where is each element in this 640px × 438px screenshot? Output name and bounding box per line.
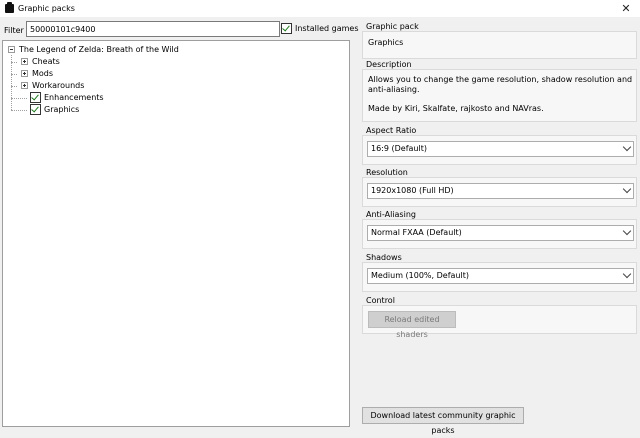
plus-icon[interactable]: [21, 70, 28, 77]
section-title: Anti-Aliasing: [366, 210, 416, 219]
chevron-down-icon: [622, 184, 632, 194]
close-icon: ✕: [621, 2, 631, 15]
checkmark-icon[interactable]: [30, 92, 41, 103]
section-title: Control: [366, 296, 395, 305]
shadows-dropdown[interactable]: Medium (100%, Default): [367, 268, 634, 284]
chevron-down-icon: [622, 226, 632, 236]
section-title: Aspect Ratio: [366, 126, 417, 135]
tree-guide-line: [11, 62, 17, 63]
tree-node-graphics[interactable]: Graphics: [30, 104, 79, 115]
aspect-ratio-section: Aspect Ratio 16:9 (Default): [362, 126, 637, 165]
plus-icon[interactable]: [21, 58, 28, 65]
tree-node-label: Graphics: [44, 105, 80, 114]
description-line: anti-aliasing.: [368, 85, 420, 94]
control-section: Control Reload edited shaders: [362, 296, 637, 339]
chevron-down-icon: [622, 269, 632, 279]
anti-aliasing-section: Anti-Aliasing Normal FXAA (Default): [362, 210, 637, 249]
graphic-packs-tree[interactable]: The Legend of Zelda: Breath of the Wild …: [2, 40, 350, 427]
section-title: Shadows: [366, 253, 402, 262]
tree-node-enhancements[interactable]: Enhancements: [30, 92, 104, 103]
tree-guide-line: [11, 74, 17, 75]
filter-label: Filter: [4, 26, 24, 35]
section-box: 1920x1080 (Full HD): [362, 177, 637, 207]
description-line: Allows you to change the game resolution…: [368, 75, 633, 84]
tree-guide-line: [11, 98, 27, 99]
dropdown-value: 16:9 (Default): [371, 144, 427, 153]
window-title: Graphic packs: [18, 4, 75, 13]
close-button[interactable]: ✕: [612, 0, 640, 17]
dropdown-value: Normal FXAA (Default): [371, 228, 462, 237]
section-box: Normal FXAA (Default): [362, 219, 637, 249]
tree-root-label: The Legend of Zelda: Breath of the Wild: [19, 45, 179, 54]
app-icon: [5, 2, 14, 13]
tree-node-cheats[interactable]: Cheats: [21, 56, 60, 67]
dropdown-value: 1920x1080 (Full HD): [371, 186, 454, 195]
description-credits: Made by Kiri, Skalfate, rajkosto and NAV…: [368, 104, 544, 113]
section-title: Description: [366, 60, 412, 69]
reload-shaders-button[interactable]: Reload edited shaders: [368, 311, 456, 339]
section-box: Reload edited shaders: [362, 305, 637, 339]
installed-games-label: Installed games: [295, 24, 359, 33]
graphic-pack-name: Graphics: [368, 38, 404, 47]
tree-node-mods[interactable]: Mods: [21, 68, 53, 79]
checkmark-icon[interactable]: [281, 23, 292, 34]
tree-guide-line: [11, 55, 12, 110]
checkmark-icon[interactable]: [30, 104, 41, 115]
plus-icon[interactable]: [21, 82, 28, 89]
filter-input[interactable]: [26, 21, 280, 37]
tree-guide-line: [11, 110, 27, 111]
tree-node-workarounds[interactable]: Workarounds: [21, 80, 84, 91]
installed-games-checkbox[interactable]: Installed games: [281, 23, 359, 34]
section-box: 16:9 (Default): [362, 135, 637, 165]
tree-node-label: Mods: [32, 69, 54, 78]
anti-aliasing-dropdown[interactable]: Normal FXAA (Default): [367, 225, 634, 241]
section-title: Graphic pack: [366, 22, 419, 31]
tree-node-label: Cheats: [32, 57, 60, 66]
tree-node-label: Enhancements: [44, 93, 104, 102]
resolution-section: Resolution 1920x1080 (Full HD): [362, 168, 637, 207]
graphic-pack-section: Graphic pack Graphics: [362, 22, 637, 59]
chevron-down-icon: [622, 142, 632, 152]
tree-guide-line: [11, 86, 17, 87]
download-packs-button[interactable]: Download latest community graphic packs: [362, 407, 524, 435]
section-box: Graphics: [362, 31, 637, 59]
dropdown-value: Medium (100%, Default): [371, 271, 469, 280]
minus-icon[interactable]: [8, 46, 15, 53]
tree-root-node[interactable]: The Legend of Zelda: Breath of the Wild: [8, 44, 179, 55]
shadows-section: Shadows Medium (100%, Default): [362, 253, 637, 292]
description-section: Description Allows you to change the gam…: [362, 60, 637, 122]
resolution-dropdown[interactable]: 1920x1080 (Full HD): [367, 183, 634, 199]
section-title: Resolution: [366, 168, 408, 177]
tree-node-label: Workarounds: [32, 81, 85, 90]
section-box: Allows you to change the game resolution…: [362, 69, 637, 122]
aspect-ratio-dropdown[interactable]: 16:9 (Default): [367, 141, 634, 157]
title-bar: Graphic packs ✕: [0, 0, 640, 17]
section-box: Medium (100%, Default): [362, 262, 637, 292]
